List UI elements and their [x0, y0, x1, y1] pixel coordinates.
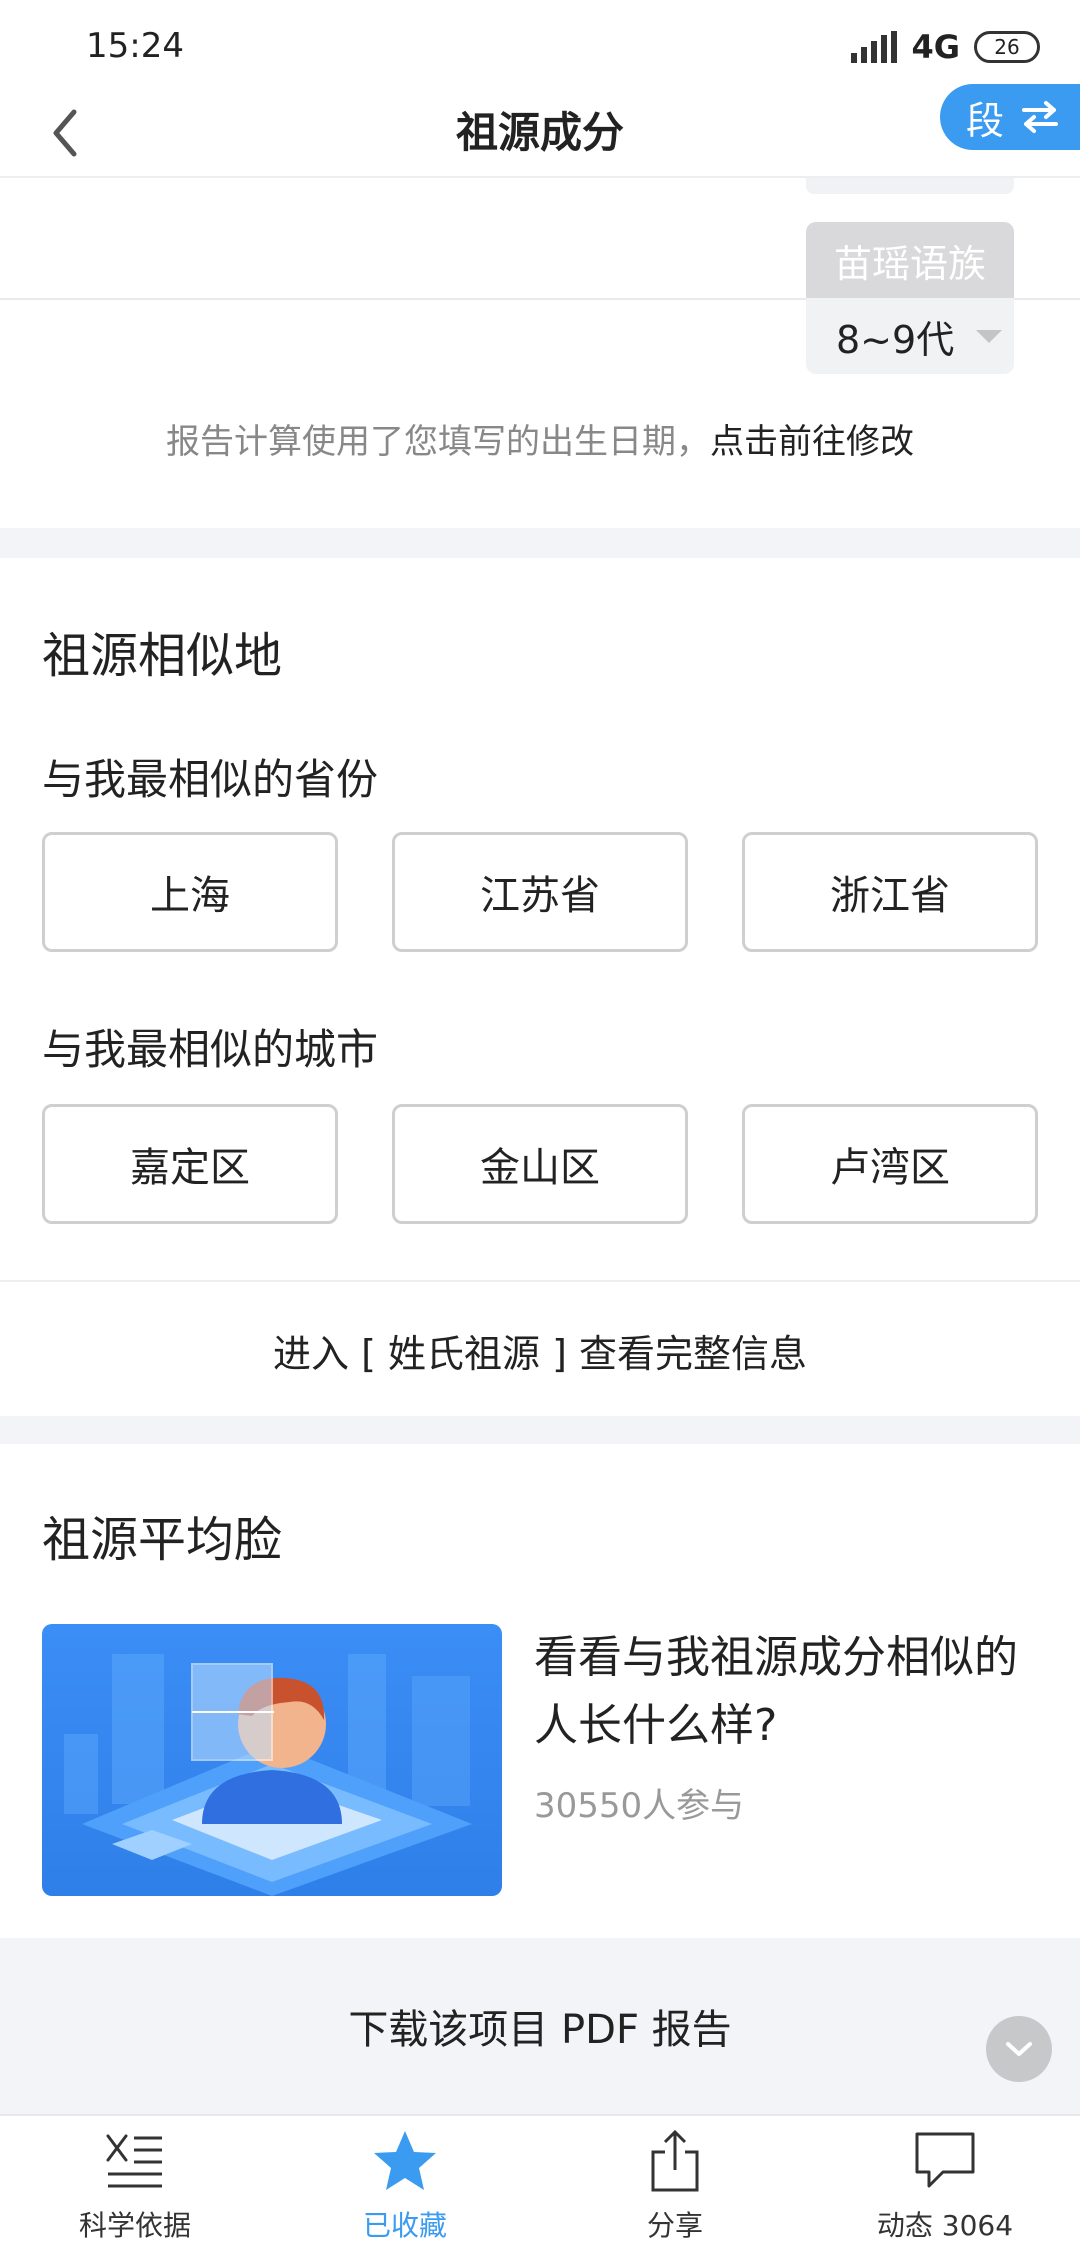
province-subtitle: 与我最相似的省份 — [42, 755, 379, 804]
average-face-illustration[interactable] — [42, 1624, 502, 1896]
nav-label: 科学依据 — [78, 2209, 191, 2242]
generation-value: 8~9代 — [836, 317, 955, 362]
segment-switch-button[interactable]: 段 — [940, 84, 1080, 150]
nav-favorites[interactable]: 已收藏 — [270, 2116, 540, 2248]
nav-label: 分享 — [646, 2209, 703, 2242]
section-separator — [0, 1416, 1080, 1444]
province-button[interactable]: 上海 — [42, 832, 338, 952]
download-pdf-button[interactable]: 下载该项目 PDF 报告 — [0, 1938, 1080, 2114]
generation-dropdown[interactable]: 8~9代 — [806, 298, 1014, 374]
average-face-section: 祖源平均脸 看看与我祖源成分相似的人长什么样? 30550人参与 — [0, 1444, 1080, 1938]
signal-icon — [851, 31, 898, 63]
participant-count: 30550人参与 — [534, 1786, 745, 1826]
pdf-download-band: 下载该项目 PDF 报告 — [0, 1938, 1080, 2114]
nav-share[interactable]: 分享 — [540, 2116, 810, 2248]
battery-level: 26 — [994, 35, 1020, 59]
nav-label: 已收藏 — [362, 2209, 447, 2242]
province-button[interactable]: 浙江省 — [742, 832, 1038, 952]
nav-label: 动态 3064 — [876, 2209, 1014, 2242]
section-title: 祖源相似地 — [42, 628, 283, 684]
swap-arrows-icon — [1022, 101, 1059, 133]
scroll-down-button[interactable] — [986, 2016, 1052, 2082]
nav-science-basis[interactable]: 科学依据 — [0, 2116, 270, 2248]
face-scan-illustration — [42, 1624, 502, 1896]
network-type: 4G — [911, 28, 960, 66]
status-indicators: 4G 26 — [851, 28, 1040, 66]
average-face-headline[interactable]: 看看与我祖源成分相似的人长什么样? — [534, 1624, 1044, 1760]
birthdate-notice: 报告计算使用了您填写的出生日期，点击前往修改 — [0, 414, 1080, 463]
ethnic-group-label: 苗瑶语族 — [806, 222, 1014, 298]
city-button[interactable]: 卢湾区 — [742, 1104, 1038, 1224]
notice-text: 报告计算使用了您填写的出生日期， — [166, 422, 710, 462]
previous-row-pill — [806, 178, 1014, 194]
status-bar: 15:24 4G 26 — [0, 0, 1080, 90]
ancestry-list-tail: 苗瑶语族 8~9代 报告计算使用了您填写的出生日期，点击前往修改 — [0, 178, 1080, 528]
science-basis-icon — [102, 2128, 168, 2194]
star-icon — [372, 2128, 438, 2194]
page-title: 祖源成分 — [455, 108, 624, 157]
city-button[interactable]: 金山区 — [392, 1104, 688, 1224]
edit-birthdate-link[interactable]: 点击前往修改 — [710, 422, 914, 462]
section-separator — [0, 528, 1080, 558]
status-time: 15:24 — [86, 26, 184, 66]
nav-activity[interactable]: 动态 3064 — [810, 2116, 1080, 2248]
province-button[interactable]: 江苏省 — [392, 832, 688, 952]
switch-label: 段 — [966, 98, 1005, 143]
battery-icon: 26 — [974, 31, 1040, 63]
surname-ancestry-link[interactable]: 进入 [ 姓氏祖源 ] 查看完整信息 — [0, 1282, 1080, 1418]
comment-icon — [912, 2128, 978, 2194]
section-title: 祖源平均脸 — [42, 1512, 283, 1568]
similar-places-section: 祖源相似地 与我最相似的省份 上海 江苏省 浙江省 与我最相似的城市 嘉定区 金… — [0, 558, 1080, 1376]
city-subtitle: 与我最相似的城市 — [42, 1025, 379, 1074]
chevron-down-icon — [1006, 2042, 1032, 2056]
city-button[interactable]: 嘉定区 — [42, 1104, 338, 1224]
ethnic-group-card: 苗瑶语族 8~9代 — [806, 222, 1014, 374]
share-icon — [642, 2128, 708, 2194]
dropdown-arrow-icon — [976, 329, 1003, 343]
bottom-nav: 科学依据 已收藏 分享 动态 3064 — [0, 2114, 1080, 2248]
app-header: 祖源成分 段 — [0, 84, 1080, 176]
